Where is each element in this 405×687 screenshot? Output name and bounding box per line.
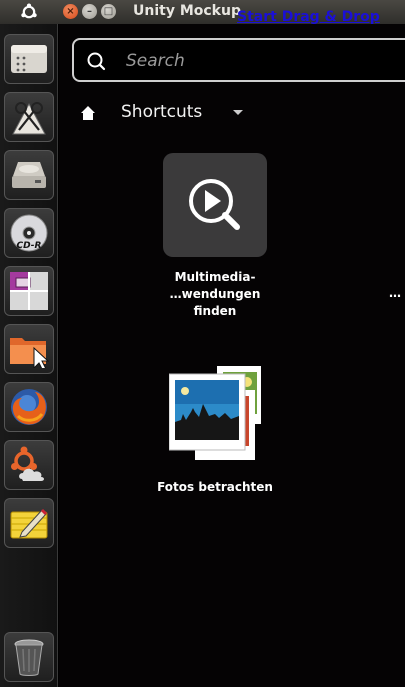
folder-icon bbox=[10, 338, 50, 368]
search-input[interactable] bbox=[126, 48, 405, 74]
ubuntu-logo-icon[interactable] bbox=[0, 0, 58, 24]
chevron-down-icon[interactable] bbox=[233, 110, 243, 115]
search-icon bbox=[87, 52, 106, 71]
launcher: CD-R bbox=[0, 24, 58, 687]
dash: Shortcuts Multimedia- …wendungen finden … bbox=[59, 24, 405, 687]
top-panel: × – □ Unity Mockup Start Drag & Drop bbox=[0, 0, 405, 25]
file-manager-icon bbox=[11, 45, 47, 73]
app-label-find-media-apps[interactable]: Multimedia- …wendungen finden bbox=[149, 269, 281, 320]
photos-icon[interactable] bbox=[169, 364, 263, 462]
launcher-item-firefox[interactable] bbox=[4, 382, 54, 432]
ubuntu-one-icon bbox=[11, 446, 44, 481]
app-label-photos[interactable]: Fotos betrachten bbox=[141, 479, 289, 496]
app-label-partial: … bbox=[389, 286, 401, 300]
firefox-icon bbox=[11, 389, 47, 425]
find-media-apps-icon bbox=[189, 179, 240, 230]
trash-icon bbox=[14, 639, 44, 676]
hard-drive-icon bbox=[12, 162, 46, 188]
launcher-item-trash[interactable] bbox=[4, 632, 54, 682]
launcher-item-folder[interactable] bbox=[4, 324, 54, 374]
launcher-item-files[interactable] bbox=[4, 34, 54, 84]
start-drag-drop-link[interactable]: Start Drag & Drop bbox=[237, 9, 380, 25]
workspace-switcher-icon bbox=[10, 272, 48, 310]
filter-label[interactable]: Shortcuts bbox=[121, 102, 202, 122]
svg-text:CD-R: CD-R bbox=[17, 241, 42, 251]
launcher-item-ubuntu-one[interactable] bbox=[4, 440, 54, 490]
minimize-window-button[interactable]: – bbox=[82, 4, 97, 19]
maximize-window-button[interactable]: □ bbox=[101, 4, 116, 19]
launcher-item-tools[interactable] bbox=[4, 92, 54, 142]
launcher-item-disk[interactable] bbox=[4, 150, 54, 200]
launcher-item-cd[interactable]: CD-R bbox=[4, 208, 54, 258]
window-title: Unity Mockup bbox=[133, 3, 241, 19]
search-box[interactable] bbox=[72, 38, 405, 82]
app-find-media-apps[interactable] bbox=[163, 153, 267, 257]
cd-r-icon: CD-R bbox=[10, 214, 48, 252]
cut-tools-icon bbox=[12, 102, 46, 135]
launcher-item-workspaces[interactable] bbox=[4, 266, 54, 316]
close-window-button[interactable]: × bbox=[63, 4, 78, 19]
notes-icon bbox=[10, 508, 48, 539]
home-icon[interactable] bbox=[80, 105, 96, 121]
launcher-item-notes[interactable] bbox=[4, 498, 54, 548]
